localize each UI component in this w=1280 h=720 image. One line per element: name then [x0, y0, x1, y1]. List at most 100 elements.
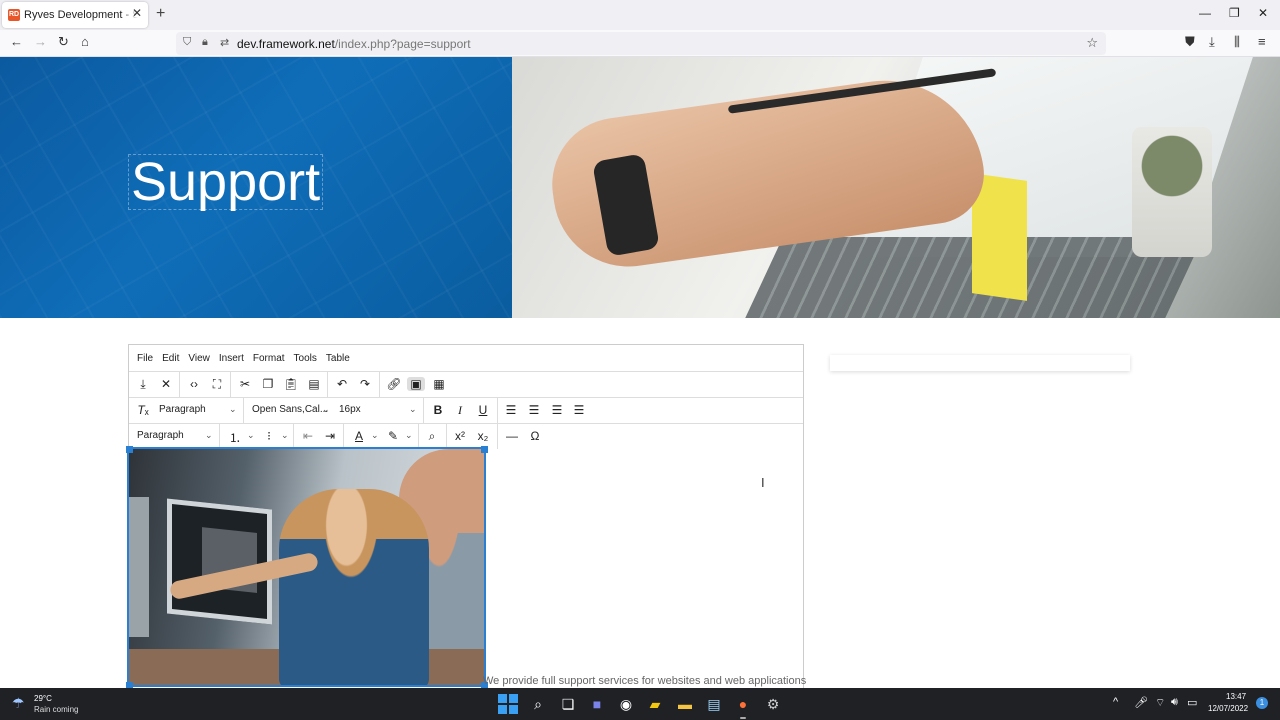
chevron-down-icon[interactable]: ⌄: [229, 404, 237, 415]
restore-window-button[interactable]: ❐: [1229, 6, 1240, 20]
highlight-color-icon[interactable]: ✎: [384, 429, 402, 443]
bookmark-star-icon[interactable]: ☆: [1086, 35, 1098, 51]
minimize-window-button[interactable]: —: [1199, 6, 1211, 20]
back-button[interactable]: ←: [10, 34, 23, 49]
shield-icon[interactable]: ⛉: [183, 36, 191, 49]
font-family-select[interactable]: Open Sans,Cal...: [252, 404, 328, 415]
menu-icon[interactable]: ≡: [1258, 34, 1266, 49]
paste-text-icon[interactable]: ▤: [305, 377, 323, 391]
chevron-down-icon[interactable]: ⌄: [205, 430, 213, 441]
link-icon[interactable]: 🔗︎: [385, 377, 403, 391]
home-button[interactable]: ⌂: [81, 34, 89, 49]
font-size-select[interactable]: 16px: [339, 404, 361, 415]
menu-view[interactable]: View: [188, 353, 210, 364]
indent-icon[interactable]: ⇥: [321, 429, 339, 443]
support-description-text[interactable]: We provide full support services for web…: [483, 675, 806, 687]
weather-temperature[interactable]: 29°C: [34, 694, 52, 703]
pocket-icon[interactable]: ⛊: [1185, 34, 1195, 50]
close-window-button[interactable]: ✕: [1258, 6, 1268, 20]
subscript-icon[interactable]: x₂: [474, 429, 492, 443]
menu-table[interactable]: Table: [326, 353, 350, 364]
notification-badge[interactable]: 1: [1256, 697, 1268, 709]
close-tab-icon[interactable]: ✕: [132, 6, 142, 20]
clock-time[interactable]: 13:47: [1226, 692, 1246, 701]
resize-handle-top-left[interactable]: [126, 446, 133, 453]
outdent-icon[interactable]: ⇤: [299, 429, 317, 443]
downloads-icon[interactable]: ⤓: [1209, 34, 1215, 50]
italic-icon[interactable]: I: [451, 403, 469, 418]
selected-image[interactable]: [127, 447, 486, 687]
source-code-icon[interactable]: ‹›: [185, 377, 203, 391]
search-replace-icon[interactable]: ⌕: [423, 429, 441, 444]
microphone-icon[interactable]: 🎤︎: [1134, 696, 1148, 709]
special-character-icon[interactable]: Ω: [526, 429, 544, 443]
menu-format[interactable]: Format: [253, 353, 285, 364]
wifi-icon[interactable]: ⌔: [1155, 696, 1165, 710]
notes-app-icon[interactable]: ▰: [645, 694, 665, 714]
browser-tab[interactable]: RD Ryves Development - Support ✕: [2, 2, 148, 28]
rain-cloud-icon[interactable]: ☂: [12, 695, 25, 712]
battery-icon[interactable]: ▭: [1187, 696, 1197, 709]
align-right-icon[interactable]: ☰: [548, 403, 566, 417]
superscript-icon[interactable]: x²: [451, 429, 469, 443]
notepad-icon[interactable]: ▤: [704, 694, 724, 714]
text-color-icon[interactable]: A: [350, 429, 368, 443]
task-view-icon[interactable]: ❏: [558, 694, 578, 714]
image-icon[interactable]: ▣: [407, 377, 425, 391]
menu-file[interactable]: File: [137, 353, 153, 364]
numbered-list-icon[interactable]: ⒈: [226, 429, 244, 446]
chevron-down-icon[interactable]: ⌄: [247, 430, 255, 441]
start-button-icon[interactable]: [498, 694, 518, 714]
search-icon[interactable]: ⌕: [528, 694, 548, 714]
menu-tools[interactable]: Tools: [294, 353, 317, 364]
new-tab-button[interactable]: +: [156, 5, 165, 23]
media-icon[interactable]: ▦: [430, 377, 448, 391]
clock-date[interactable]: 12/07/2022: [1208, 704, 1248, 713]
align-left-icon[interactable]: ☰: [502, 403, 520, 417]
editor-content-area[interactable]: We provide full support services for web…: [126, 446, 806, 689]
editor-toolbar-row-1: ⤓ ✕ ‹› ⛶ ✂ ❐ 📋︎ ▤ ↶ ↷ 🔗︎ ▣ ▦: [129, 371, 803, 397]
style-format-select[interactable]: Paragraph: [137, 430, 184, 441]
clear-formatting-icon[interactable]: Tₓ: [134, 403, 152, 417]
underline-icon[interactable]: U: [474, 403, 492, 417]
settings-gear-icon[interactable]: ⚙: [763, 694, 783, 714]
fullscreen-icon[interactable]: ⛶: [208, 377, 226, 392]
redo-icon[interactable]: ↷: [356, 377, 374, 391]
horizontal-rule-icon[interactable]: —: [503, 429, 521, 443]
menu-insert[interactable]: Insert: [219, 353, 244, 364]
cut-icon[interactable]: ✂: [236, 377, 254, 391]
file-explorer-icon[interactable]: ▬: [675, 694, 695, 714]
paste-icon[interactable]: 📋︎: [282, 377, 300, 391]
bullet-list-icon[interactable]: ⁝: [260, 429, 278, 443]
cancel-icon[interactable]: ✕: [157, 377, 175, 391]
reload-button[interactable]: ↻: [58, 34, 69, 50]
page-title[interactable]: Support: [128, 154, 324, 210]
library-icon[interactable]: ⫼: [1234, 34, 1240, 50]
chevron-down-icon[interactable]: ⌄: [322, 404, 330, 415]
chevron-down-icon[interactable]: ⌄: [405, 430, 413, 441]
weather-description[interactable]: Rain coming: [34, 705, 78, 714]
block-format-select[interactable]: Paragraph: [159, 404, 206, 415]
resize-handle-top-right[interactable]: [481, 446, 488, 453]
sidebar-widget: [830, 355, 1130, 371]
align-justify-icon[interactable]: ☰: [570, 403, 588, 417]
copy-icon[interactable]: ❐: [259, 377, 277, 391]
permissions-icon[interactable]: ⇄: [220, 36, 229, 49]
bold-icon[interactable]: B: [429, 403, 447, 417]
address-bar[interactable]: ⛉ 🔒︎ ⇄ dev.framework.net/index.php?page=…: [176, 32, 1106, 55]
speaker-icon[interactable]: 🔊︎: [1171, 696, 1178, 709]
align-center-icon[interactable]: ☰: [525, 403, 543, 417]
chevron-down-icon[interactable]: ⌄: [409, 404, 417, 415]
menu-edit[interactable]: Edit: [162, 353, 179, 364]
lock-icon[interactable]: 🔒︎: [202, 36, 208, 49]
chat-icon[interactable]: ■: [587, 694, 607, 714]
firefox-icon[interactable]: ●: [733, 694, 753, 719]
undo-icon[interactable]: ↶: [333, 377, 351, 391]
forward-button[interactable]: →: [34, 34, 47, 49]
show-hidden-icons-chevron-icon[interactable]: ^: [1113, 696, 1118, 708]
rich-text-editor: File Edit View Insert Format Tools Table…: [126, 344, 806, 689]
github-icon[interactable]: ◉: [616, 694, 636, 714]
chevron-down-icon[interactable]: ⌄: [281, 430, 289, 441]
chevron-down-icon[interactable]: ⌄: [371, 430, 379, 441]
save-icon[interactable]: ⤓: [134, 377, 152, 392]
